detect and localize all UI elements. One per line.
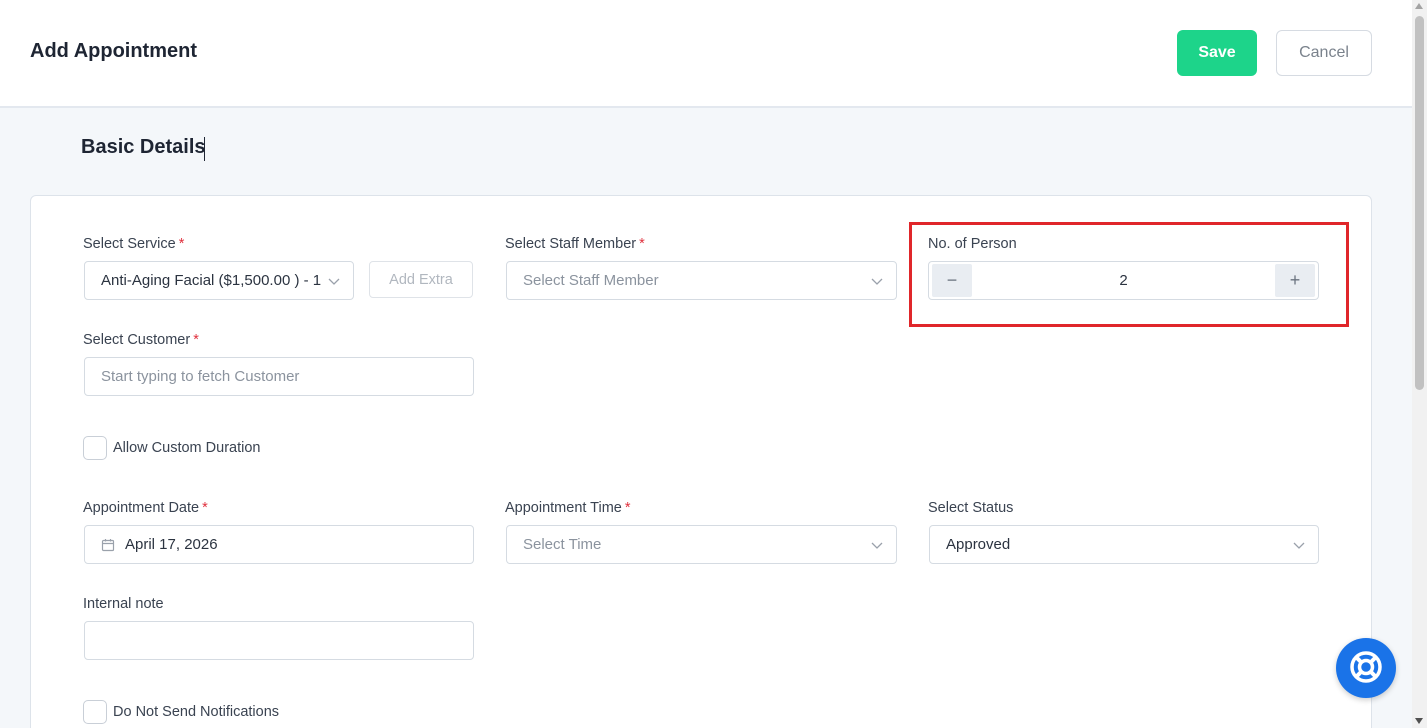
scroll-up-arrow-icon[interactable] <box>1415 3 1423 9</box>
date-value: April 17, 2026 <box>125 536 218 553</box>
chevron-down-icon <box>1292 538 1306 552</box>
cancel-button[interactable]: Cancel <box>1276 30 1372 76</box>
customer-label: Select Customer * <box>83 332 199 348</box>
staff-select[interactable]: Select Staff Member <box>506 261 897 300</box>
customer-input[interactable]: Start typing to fetch Customer <box>84 357 474 396</box>
lifebuoy-icon <box>1349 650 1383 687</box>
section-title: Basic Details <box>81 136 206 158</box>
staff-label: Select Staff Member * <box>505 236 645 252</box>
service-value: Anti-Aging Facial ($1,500.00 ) - 1 <box>101 272 321 289</box>
scrollbar-thumb[interactable] <box>1415 16 1424 390</box>
service-label: Select Service * <box>83 236 185 252</box>
status-label: Select Status <box>928 500 1014 516</box>
text-cursor <box>204 137 205 161</box>
staff-placeholder: Select Staff Member <box>523 272 659 289</box>
no-notifications-checkbox[interactable] <box>83 700 107 724</box>
customer-placeholder: Start typing to fetch Customer <box>101 368 300 385</box>
custom-duration-checkbox[interactable] <box>83 436 107 460</box>
note-label: Internal note <box>83 596 164 612</box>
chevron-down-icon <box>870 538 884 552</box>
date-picker[interactable]: April 17, 2026 <box>84 525 474 564</box>
save-button[interactable]: Save <box>1177 30 1257 76</box>
time-label: Appointment Time * <box>505 500 631 516</box>
page-header: Add Appointment Save Cancel <box>0 0 1412 108</box>
custom-duration-label: Allow Custom Duration <box>113 440 261 456</box>
status-value: Approved <box>946 536 1011 553</box>
calendar-icon <box>101 538 115 552</box>
note-input[interactable] <box>84 621 474 660</box>
add-extra-button[interactable]: Add Extra <box>369 261 473 298</box>
page-title: Add Appointment <box>30 40 198 62</box>
chevron-down-icon <box>870 274 884 288</box>
vertical-scrollbar[interactable] <box>1412 0 1427 728</box>
highlight-box <box>909 222 1349 327</box>
time-placeholder: Select Time <box>523 536 602 553</box>
date-label: Appointment Date * <box>83 500 208 516</box>
service-select[interactable]: Anti-Aging Facial ($1,500.00 ) - 1 <box>84 261 354 300</box>
scroll-down-arrow-icon[interactable] <box>1415 718 1423 724</box>
time-select[interactable]: Select Time <box>506 525 897 564</box>
no-notifications-label: Do Not Send Notifications <box>113 704 280 720</box>
chevron-down-icon <box>327 274 341 288</box>
status-select[interactable]: Approved <box>929 525 1319 564</box>
help-button[interactable] <box>1336 638 1396 698</box>
